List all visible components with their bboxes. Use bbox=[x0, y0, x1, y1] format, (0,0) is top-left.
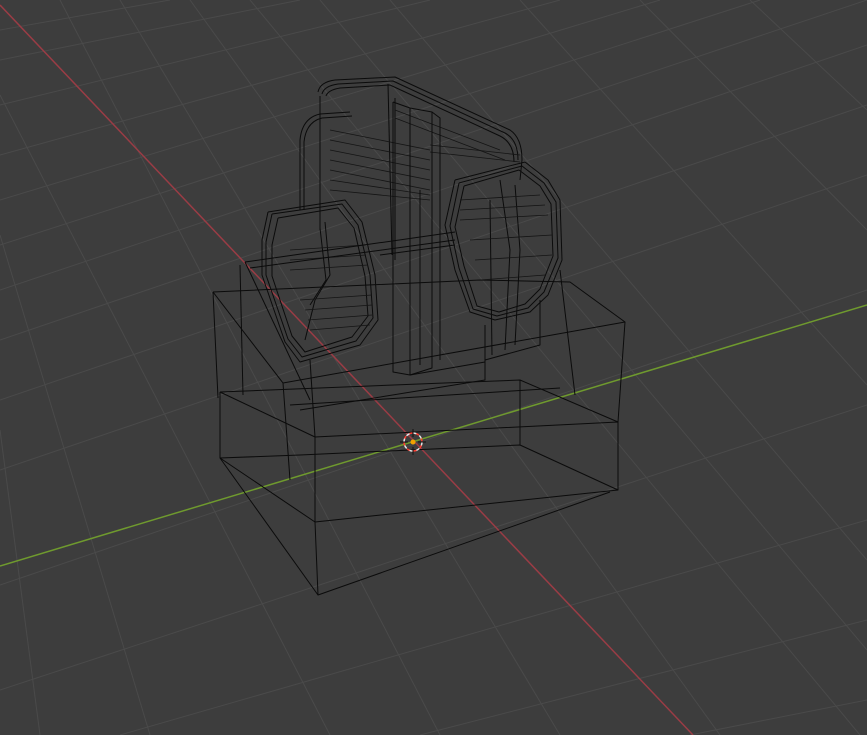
origin-dot bbox=[410, 439, 416, 445]
viewport-canvas[interactable] bbox=[0, 0, 867, 735]
floor-grid bbox=[0, 0, 867, 735]
y-axis-line bbox=[0, 304, 867, 567]
right-wheel bbox=[444, 161, 563, 361]
3d-viewport[interactable] bbox=[0, 0, 867, 735]
x-axis-line bbox=[0, 4, 694, 735]
back-body bbox=[299, 76, 523, 260]
connector-bars bbox=[244, 231, 456, 269]
